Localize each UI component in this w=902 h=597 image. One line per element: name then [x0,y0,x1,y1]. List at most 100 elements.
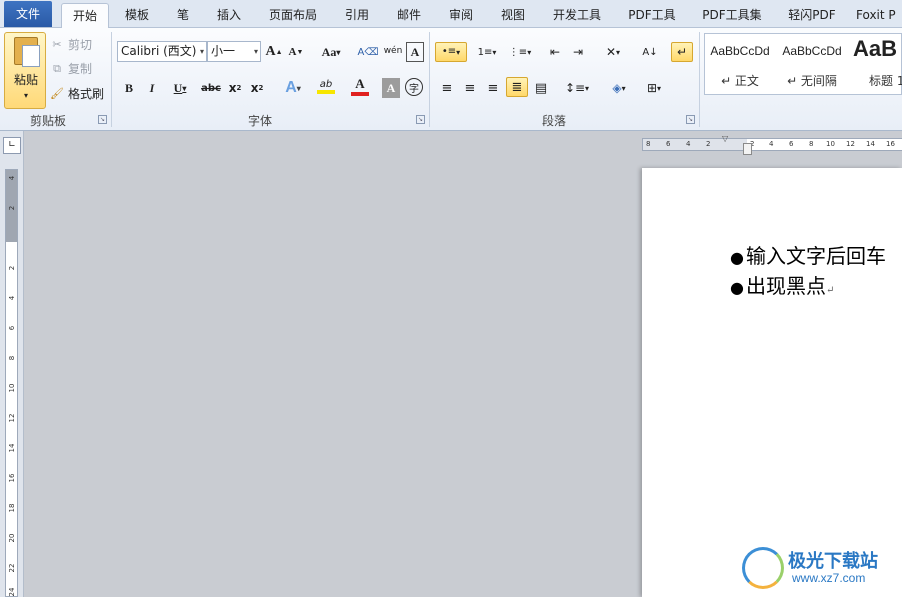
group-separator [699,32,700,127]
char-border-icon[interactable]: A [406,42,424,62]
tab-pen[interactable]: 笔 [170,3,196,28]
paragraph-group-label: 段落 [541,114,566,128]
format-painter-button[interactable]: 🖌 格式刷 [50,85,104,102]
ruler-tick: 8 [809,140,814,148]
align-right-icon[interactable]: ≡ [483,78,503,98]
document-page[interactable]: ● 输入文字后回车 ● 出现黑点↵ [642,168,902,597]
highlight-button[interactable]: ab [311,76,341,96]
phonetic-icon: wén [383,46,403,56]
ruler-tick: 22 [8,563,16,573]
chevron-down-icon[interactable]: ▾ [200,42,204,61]
indent-marker-icon[interactable]: ▽ [722,134,728,143]
text-effect-button[interactable]: A ▾ [280,78,306,98]
decrease-indent-icon[interactable]: ⇤ [545,42,565,62]
tab-template[interactable]: 模板 [118,3,156,28]
font-name-combo[interactable]: Calibri (西文) ▾ [117,41,207,62]
justify-icon[interactable]: ≣ [506,77,528,97]
char-shading-button[interactable]: A [382,78,400,98]
horizontal-ruler[interactable]: 8 6 4 2 2 4 6 8 10 12 14 16 [642,138,902,151]
paper-icon [22,45,40,67]
clipboard-launcher-icon[interactable]: ↘ [98,115,107,124]
font-color-bar [351,92,369,96]
borders-button[interactable]: ⊞ ▾ [640,78,668,98]
tab-file[interactable]: 文件 [4,1,52,27]
bold-icon: B [124,80,133,95]
underline-button[interactable]: U ▾ [166,78,194,98]
enclose-char-button[interactable]: 字 [405,78,423,96]
style-heading-1[interactable]: AaB 标题 1 [853,34,902,94]
superscript-button[interactable]: x2 [248,78,266,98]
font-color-button[interactable]: A [345,76,375,96]
left-indent-marker-icon[interactable] [743,143,752,155]
ruler-tick: 4 [8,295,16,301]
tab-qingshan-pdf[interactable]: 轻闪PDF [782,3,842,28]
ruler-tick: 2 [706,140,711,148]
list-item[interactable]: ● 输入文字后回车 [730,240,886,269]
list-item[interactable]: ● 出现黑点↵ [730,270,834,299]
char-shading-icon: A [386,80,396,95]
tab-insert[interactable]: 插入 [210,3,248,28]
line-spacing-button[interactable]: ↕≡ ▾ [563,78,591,98]
tab-selector-icon[interactable]: ∟ [3,137,21,154]
tab-view[interactable]: 视图 [494,3,532,28]
clipboard-group-label: 剪贴板 [29,114,66,128]
border-icon: ⊞ [646,81,658,95]
paragraph-launcher-icon[interactable]: ↘ [686,115,695,124]
tab-pdf-tools[interactable]: PDF工具 [622,3,682,28]
tab-references[interactable]: 引用 [338,3,376,28]
tab-developer[interactable]: 开发工具 [546,3,608,28]
phonetic-guide-button[interactable]: wén [382,41,404,61]
copy-button[interactable]: ⧉ 复制 [50,60,92,77]
multilevel-list-button[interactable]: ⋮≡ ▾ [505,42,535,62]
tab-mailings[interactable]: 邮件 [390,3,428,28]
distributed-icon[interactable]: ▤ [531,78,551,98]
align-left-icon[interactable]: ≡ [437,78,457,98]
vertical-ruler[interactable]: 4 2 2 4 6 8 10 12 14 16 18 20 22 24 [5,169,18,597]
tab-pdf-toolset[interactable]: PDF工具集 [696,3,768,28]
bold-button[interactable]: B [120,78,138,98]
font-size-combo[interactable]: 小一 ▾ [207,41,261,62]
strikethrough-button[interactable]: abc [200,78,222,98]
chevron-down-icon[interactable]: ▾ [5,91,47,100]
clear-format-icon[interactable]: A⌫ [358,42,379,62]
increase-indent-icon[interactable]: ⇥ [568,42,588,62]
paint-bucket-icon: ◈ [612,81,622,95]
bullet-icon: ● [730,248,744,267]
style-no-spacing[interactable]: AaBbCcDd ↵ 无间隔 [777,34,847,94]
copy-label: 复制 [68,62,93,76]
tab-page-layout[interactable]: 页面布局 [262,3,324,28]
show-marks-icon[interactable]: ↵ [671,42,693,62]
paste-label: 粘贴 [13,73,38,87]
tab-review[interactable]: 审阅 [442,3,480,28]
tab-home[interactable]: 开始 [61,3,109,29]
ruler-tick: 6 [8,325,16,331]
grow-font-button[interactable]: A ▲ [265,42,283,62]
ruler-tick: 6 [789,140,794,148]
shading-button[interactable]: ◈ ▾ [604,78,634,98]
tab-foxit[interactable]: Foxit P [856,3,902,28]
paragraph-mark: ↵ [825,285,835,296]
change-case-icon: Aa [321,44,337,59]
styles-gallery: AaBbCcDd ↵ 正文 AaBbCcDd ↵ 无间隔 AaB 标题 1 [704,33,902,95]
paste-button[interactable]: 粘贴 ▾ [4,32,46,109]
ruler-tick: 2 [8,205,16,211]
cut-button[interactable]: ✂ 剪切 [50,36,92,53]
ruler-tick: 16 [886,140,895,148]
sort-icon[interactable]: A↓ [640,42,660,62]
style-normal[interactable]: AaBbCcDd ↵ 正文 [705,34,775,94]
multilevel-list-icon: ⋮≡ [508,46,528,58]
shrink-font-button[interactable]: A ▼ [287,42,305,62]
style-name: ↵ 正文 [721,74,759,88]
font-launcher-icon[interactable]: ↘ [416,115,425,124]
chevron-down-icon[interactable]: ▾ [254,42,258,61]
shrink-font-icon: A [288,46,297,58]
align-center-icon[interactable]: ≡ [460,78,480,98]
subscript-button[interactable]: x2 [226,78,244,98]
strikethrough-icon: abc [201,82,221,94]
change-case-button[interactable]: Aa ▾ [317,42,345,62]
chinese-layout-button[interactable]: ✕ ▾ [598,42,628,62]
numbering-button[interactable]: 1≡ ▾ [472,42,502,62]
bullets-button[interactable]: •≡ ▾ [435,42,467,62]
font-name-value: Calibri (西文) [121,44,197,58]
italic-button[interactable]: I [143,78,161,98]
